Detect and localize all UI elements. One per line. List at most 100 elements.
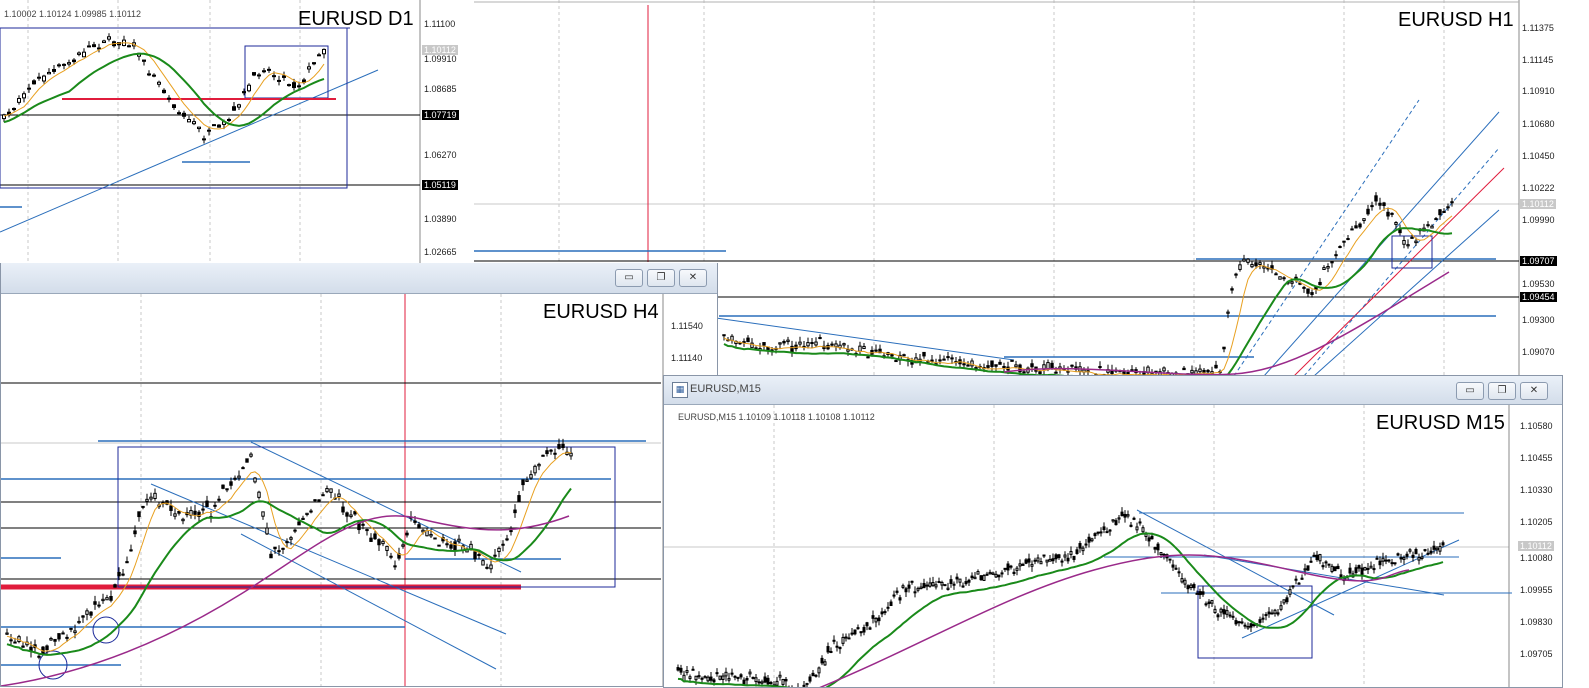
trend-line bbox=[1137, 510, 1334, 615]
candle-body bbox=[1291, 282, 1293, 284]
candle-body bbox=[370, 538, 372, 541]
candle-body bbox=[951, 358, 953, 359]
candle-body bbox=[1223, 610, 1225, 614]
h4-titlebar[interactable]: ▭ ❐ ✕ bbox=[1, 263, 717, 294]
candle-body bbox=[1214, 609, 1216, 612]
candle-body bbox=[695, 676, 697, 679]
chart-d1-plot[interactable] bbox=[0, 0, 472, 263]
candle-body bbox=[1275, 274, 1277, 275]
m15-titlebar[interactable]: ▦ EURUSD,M15 ▭ ❐ ✕ bbox=[664, 376, 1562, 405]
candle-body bbox=[1235, 621, 1237, 624]
candle-body bbox=[230, 482, 232, 485]
candle-body bbox=[747, 338, 749, 342]
candle-body bbox=[956, 577, 958, 579]
candle-body bbox=[308, 67, 311, 69]
h1-price-label: 1.10450 bbox=[1522, 151, 1555, 161]
candle-body bbox=[278, 80, 281, 81]
candle-body bbox=[807, 343, 809, 346]
candle-body bbox=[90, 612, 92, 615]
candle-body bbox=[944, 585, 946, 586]
candle-body bbox=[785, 679, 787, 680]
chart-window-h4[interactable]: ▭ ❐ ✕ EURUSD H4 1.11540 1.11140 bbox=[0, 263, 718, 687]
candle-body bbox=[102, 599, 104, 600]
candle-body bbox=[1311, 293, 1313, 295]
candle-body bbox=[812, 673, 814, 675]
candle-body bbox=[1055, 555, 1057, 559]
range-box bbox=[118, 447, 615, 587]
candle-body bbox=[1055, 372, 1057, 373]
candle-body bbox=[1433, 546, 1435, 549]
candle-body bbox=[258, 492, 260, 497]
h1-price-label: 1.10222 bbox=[1522, 183, 1555, 193]
candle-body bbox=[28, 88, 31, 89]
candle-body bbox=[542, 455, 544, 456]
candle-body bbox=[1351, 229, 1353, 230]
candle-body bbox=[968, 580, 970, 582]
m15-restore-button[interactable]: ❐ bbox=[1488, 382, 1516, 400]
candle-body bbox=[1013, 572, 1015, 573]
candle-body bbox=[1085, 544, 1087, 545]
candle-body bbox=[1337, 566, 1339, 568]
candle-body bbox=[294, 530, 296, 531]
candle-body bbox=[1023, 372, 1025, 373]
candle-body bbox=[1265, 615, 1267, 616]
h1-price-label: 1.10910 bbox=[1522, 86, 1555, 96]
candle-body bbox=[1307, 566, 1309, 570]
m15-minimize-button[interactable]: ▭ bbox=[1456, 382, 1484, 400]
candle-body bbox=[1391, 563, 1393, 564]
d1-price-label: 1.11100 bbox=[424, 19, 455, 29]
candle-body bbox=[158, 82, 161, 84]
candle-body bbox=[298, 522, 300, 525]
trend-line bbox=[716, 318, 1014, 360]
h4-close-button[interactable]: ✕ bbox=[679, 269, 707, 287]
m15-close-button[interactable]: ✕ bbox=[1520, 382, 1548, 400]
candle-body bbox=[1319, 282, 1321, 284]
candle-body bbox=[815, 342, 817, 345]
candle-body bbox=[1439, 210, 1441, 215]
candle-body bbox=[218, 125, 221, 127]
h4-minimize-button[interactable]: ▭ bbox=[615, 269, 643, 287]
h4-restore-button[interactable]: ❐ bbox=[647, 269, 675, 287]
candle-body bbox=[1145, 534, 1147, 536]
candle-body bbox=[1034, 560, 1036, 561]
candle-body bbox=[1301, 578, 1303, 579]
candle-body bbox=[142, 506, 144, 507]
candle-body bbox=[1047, 363, 1049, 369]
candle-body bbox=[70, 628, 72, 629]
chart-m15-plot[interactable] bbox=[664, 405, 1562, 688]
candle-body bbox=[282, 548, 284, 549]
candle-body bbox=[1253, 625, 1255, 626]
candle-body bbox=[932, 583, 934, 586]
chart-window-d1[interactable]: 1.10002 1.10124 1.09985 1.10112 EURUSD D… bbox=[0, 0, 472, 263]
candle-body bbox=[1376, 558, 1378, 559]
chart-h4-plot[interactable] bbox=[1, 294, 717, 687]
candle-body bbox=[698, 676, 700, 677]
candle-body bbox=[450, 545, 452, 548]
chart-window-icon: ▦ bbox=[672, 382, 688, 398]
moving-average-slow bbox=[1004, 272, 1449, 375]
candle-body bbox=[1184, 580, 1186, 584]
candle-body bbox=[1169, 559, 1171, 560]
candle-body bbox=[206, 501, 208, 506]
candle-body bbox=[842, 637, 844, 643]
candle-body bbox=[1025, 560, 1027, 563]
h1-price-label: 1.09300 bbox=[1522, 315, 1555, 325]
candle-body bbox=[193, 122, 196, 124]
trend-line bbox=[1204, 555, 1444, 595]
candle-body bbox=[234, 478, 236, 479]
h1-price-label: 1.10680 bbox=[1522, 119, 1555, 129]
candle-body bbox=[302, 518, 304, 519]
candle-body bbox=[1388, 560, 1390, 561]
candle-body bbox=[848, 638, 850, 639]
candle-body bbox=[783, 341, 785, 342]
chart-window-m15[interactable]: ▦ EURUSD,M15 ▭ ❐ ✕ EURUSD,M15 1.10109 1.… bbox=[663, 375, 1563, 688]
candle-body bbox=[38, 656, 40, 657]
candle-body bbox=[692, 669, 694, 670]
candle-body bbox=[446, 544, 448, 545]
candle-body bbox=[374, 534, 376, 539]
candle-body bbox=[722, 676, 724, 679]
candle-body bbox=[740, 675, 742, 677]
candle-body bbox=[833, 640, 835, 641]
candle-body bbox=[875, 619, 877, 622]
candle-body bbox=[939, 360, 941, 361]
